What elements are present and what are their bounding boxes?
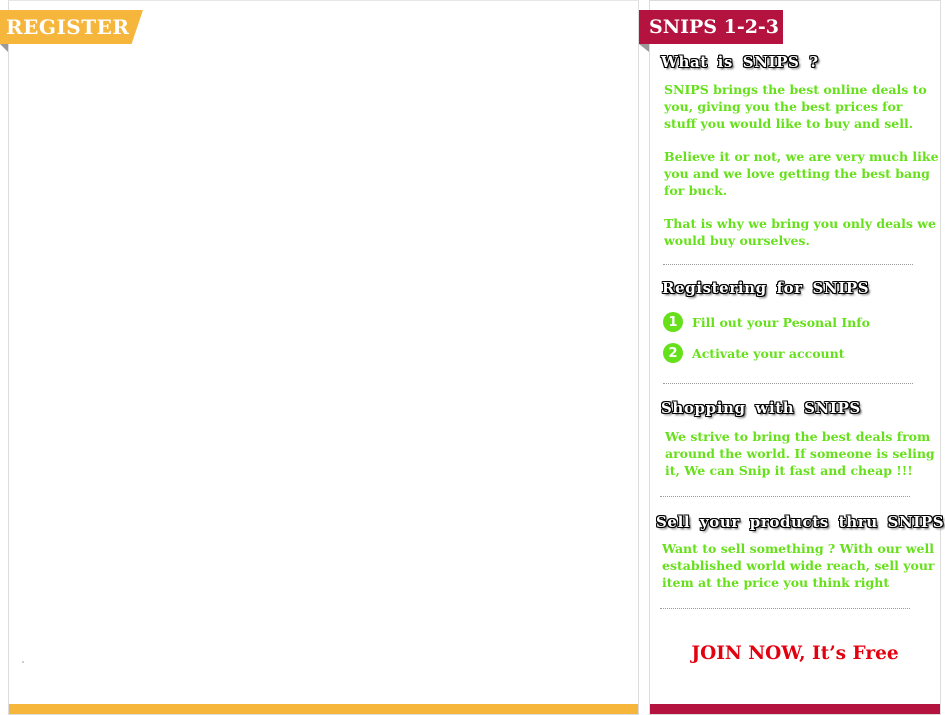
step-label: Activate your account (692, 345, 845, 361)
step-label: Fill out your Pesonal Info (692, 314, 870, 330)
section-divider (660, 496, 910, 497)
section-divider (663, 383, 913, 384)
shopping-heading: Shopping with SNIPS (661, 399, 861, 417)
panel-dot (22, 661, 24, 663)
join-now-link[interactable]: JOIN NOW, It’s Free (650, 643, 940, 664)
what-paragraph-2: Believe it or not, we are very much like… (664, 149, 939, 198)
shopping-text: We strive to bring the best deals from a… (665, 429, 935, 478)
what-paragraph-1: SNIPS brings the best online deals to yo… (664, 82, 927, 131)
sell-heading: Sell your products thru SNIPS (656, 513, 945, 531)
step-number-badge: 1 (663, 312, 683, 332)
registering-heading: Registering for SNIPS (662, 279, 870, 297)
sidebar-title: SNIPS 1-2-3 (639, 10, 783, 44)
what-paragraph-3: That is why we bring you only deals we w… (664, 216, 937, 248)
register-title: REGISTER (0, 10, 143, 44)
register-ribbon-fold (0, 44, 8, 52)
snips-ribbon-fold (639, 44, 649, 52)
section-divider (660, 608, 910, 609)
section-divider (663, 264, 913, 265)
register-panel (8, 0, 639, 715)
what-heading: What is SNIPS ? (661, 53, 819, 71)
step-2: 2 Activate your account (663, 343, 845, 363)
step-number-badge: 2 (663, 343, 683, 363)
sell-text: Want to sell something ? With our well e… (662, 541, 935, 590)
sidebar-bottom-bar (650, 704, 940, 714)
step-1: 1 Fill out your Pesonal Info (663, 312, 870, 332)
register-bottom-bar (9, 704, 638, 714)
